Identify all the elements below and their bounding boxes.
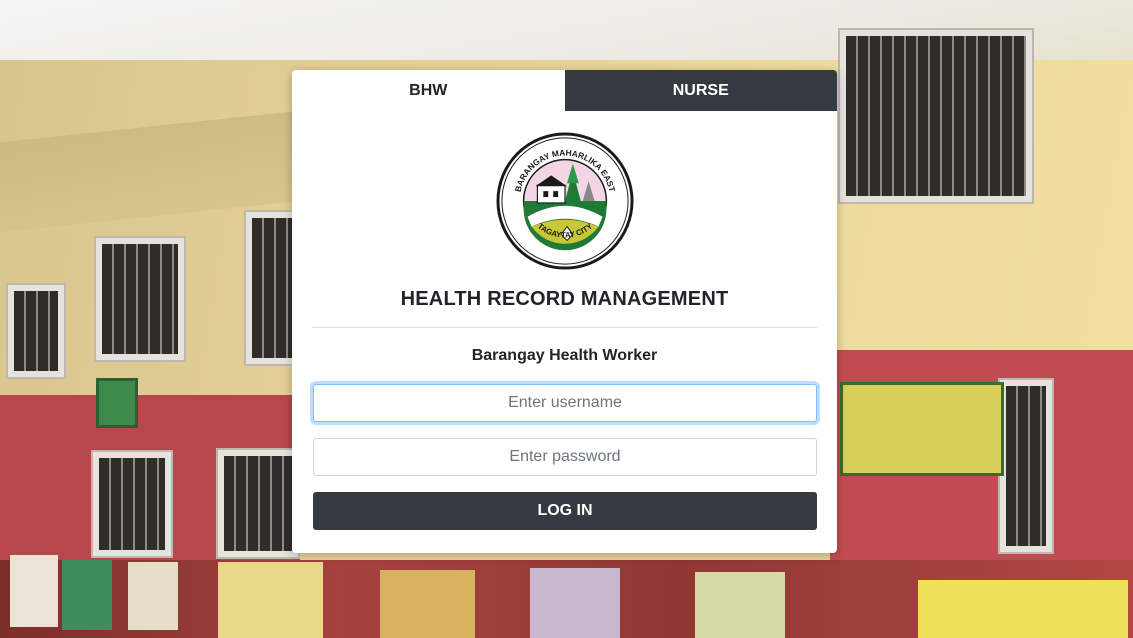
divider bbox=[312, 327, 817, 328]
tab-nurse[interactable]: NURSE bbox=[564, 70, 837, 111]
password-input[interactable] bbox=[313, 438, 817, 476]
role-subtitle: Barangay Health Worker bbox=[471, 347, 658, 364]
barangay-seal-logo: BARANGAY MAHARLIKA EAST TAGAYTAY CITY bbox=[495, 132, 634, 270]
tab-bhw[interactable]: BHW bbox=[292, 70, 565, 111]
login-button[interactable]: LOG IN bbox=[313, 492, 817, 530]
role-tabs: BHW NURSE bbox=[292, 70, 837, 111]
username-input[interactable] bbox=[313, 384, 817, 422]
login-card: BHW NURSE BARANGAY MAHARLIKA EAST TAGAYT… bbox=[292, 70, 837, 553]
page-title: HEALTH RECORD MANAGEMENT bbox=[400, 288, 729, 310]
